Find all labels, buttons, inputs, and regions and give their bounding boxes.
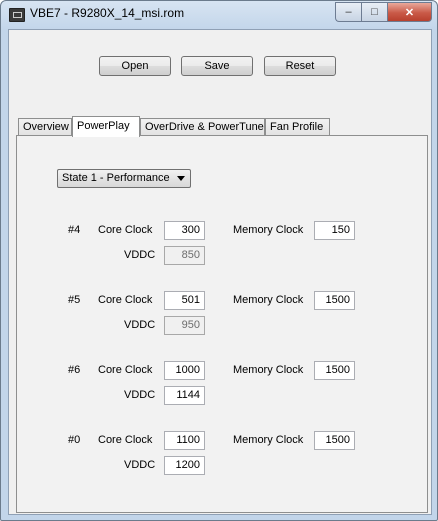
state-select[interactable]: State 1 - Performance — [57, 169, 191, 188]
app-window: VBE7 - R9280X_14_msi.rom – □ ✕ Open Save… — [0, 0, 438, 521]
memory-clock-field[interactable]: 1500 — [314, 291, 355, 310]
vddc-field: 850 — [164, 246, 205, 265]
vddc-field: 950 — [164, 316, 205, 335]
state-select-value: State 1 - Performance — [62, 172, 170, 184]
minimize-button[interactable]: – — [335, 2, 361, 22]
window-controls: – □ ✕ — [335, 2, 432, 22]
memory-clock-field[interactable]: 150 — [314, 221, 355, 240]
memory-clock-field[interactable]: 1500 — [314, 361, 355, 380]
title-bar[interactable]: VBE7 - R9280X_14_msi.rom – □ ✕ — [1, 1, 437, 29]
vddc-label: VDDC — [124, 249, 156, 261]
maximize-icon: □ — [371, 6, 378, 18]
tab-fan-profile[interactable]: Fan Profile — [265, 118, 330, 135]
core-clock-label: Core Clock — [98, 294, 153, 306]
vddc-field[interactable]: 1200 — [164, 456, 205, 475]
core-clock-field[interactable]: 501 — [164, 291, 205, 310]
vddc-label: VDDC — [124, 459, 156, 471]
core-clock-label: Core Clock — [98, 434, 153, 446]
window-title: VBE7 - R9280X_14_msi.rom — [30, 6, 185, 20]
core-clock-label: Core Clock — [98, 224, 153, 236]
state-index: #6 — [68, 364, 81, 376]
app-icon — [9, 8, 25, 22]
reset-button[interactable]: Reset — [264, 56, 336, 76]
maximize-button[interactable]: □ — [361, 2, 387, 22]
vddc-label: VDDC — [124, 389, 156, 401]
tab-overview[interactable]: Overview — [18, 118, 72, 135]
state-index: #5 — [68, 294, 81, 306]
memory-clock-label: Memory Clock — [233, 294, 304, 306]
state-index: #4 — [68, 224, 81, 236]
state-index: #0 — [68, 434, 81, 446]
tab-powerplay[interactable]: PowerPlay — [72, 116, 140, 137]
vddc-label: VDDC — [124, 319, 156, 331]
close-button[interactable]: ✕ — [387, 2, 432, 22]
memory-clock-label: Memory Clock — [233, 364, 304, 376]
powerplay-panel: State 1 - Performance #4 Core Clock 300 … — [16, 135, 428, 513]
close-icon: ✕ — [404, 6, 415, 19]
save-button[interactable]: Save — [181, 56, 253, 76]
core-clock-field[interactable]: 300 — [164, 221, 205, 240]
chevron-down-icon — [177, 176, 185, 181]
minimize-icon: – — [345, 6, 352, 18]
core-clock-field[interactable]: 1000 — [164, 361, 205, 380]
vddc-field[interactable]: 1144 — [164, 386, 205, 405]
client-area: Open Save Reset Overview PowerPlay OverD… — [8, 29, 432, 515]
memory-clock-label: Memory Clock — [233, 224, 304, 236]
core-clock-label: Core Clock — [98, 364, 153, 376]
core-clock-field[interactable]: 1100 — [164, 431, 205, 450]
memory-clock-label: Memory Clock — [233, 434, 304, 446]
memory-clock-field[interactable]: 1500 — [314, 431, 355, 450]
tab-overdrive-powertune[interactable]: OverDrive & PowerTune — [140, 118, 265, 135]
open-button[interactable]: Open — [99, 56, 171, 76]
